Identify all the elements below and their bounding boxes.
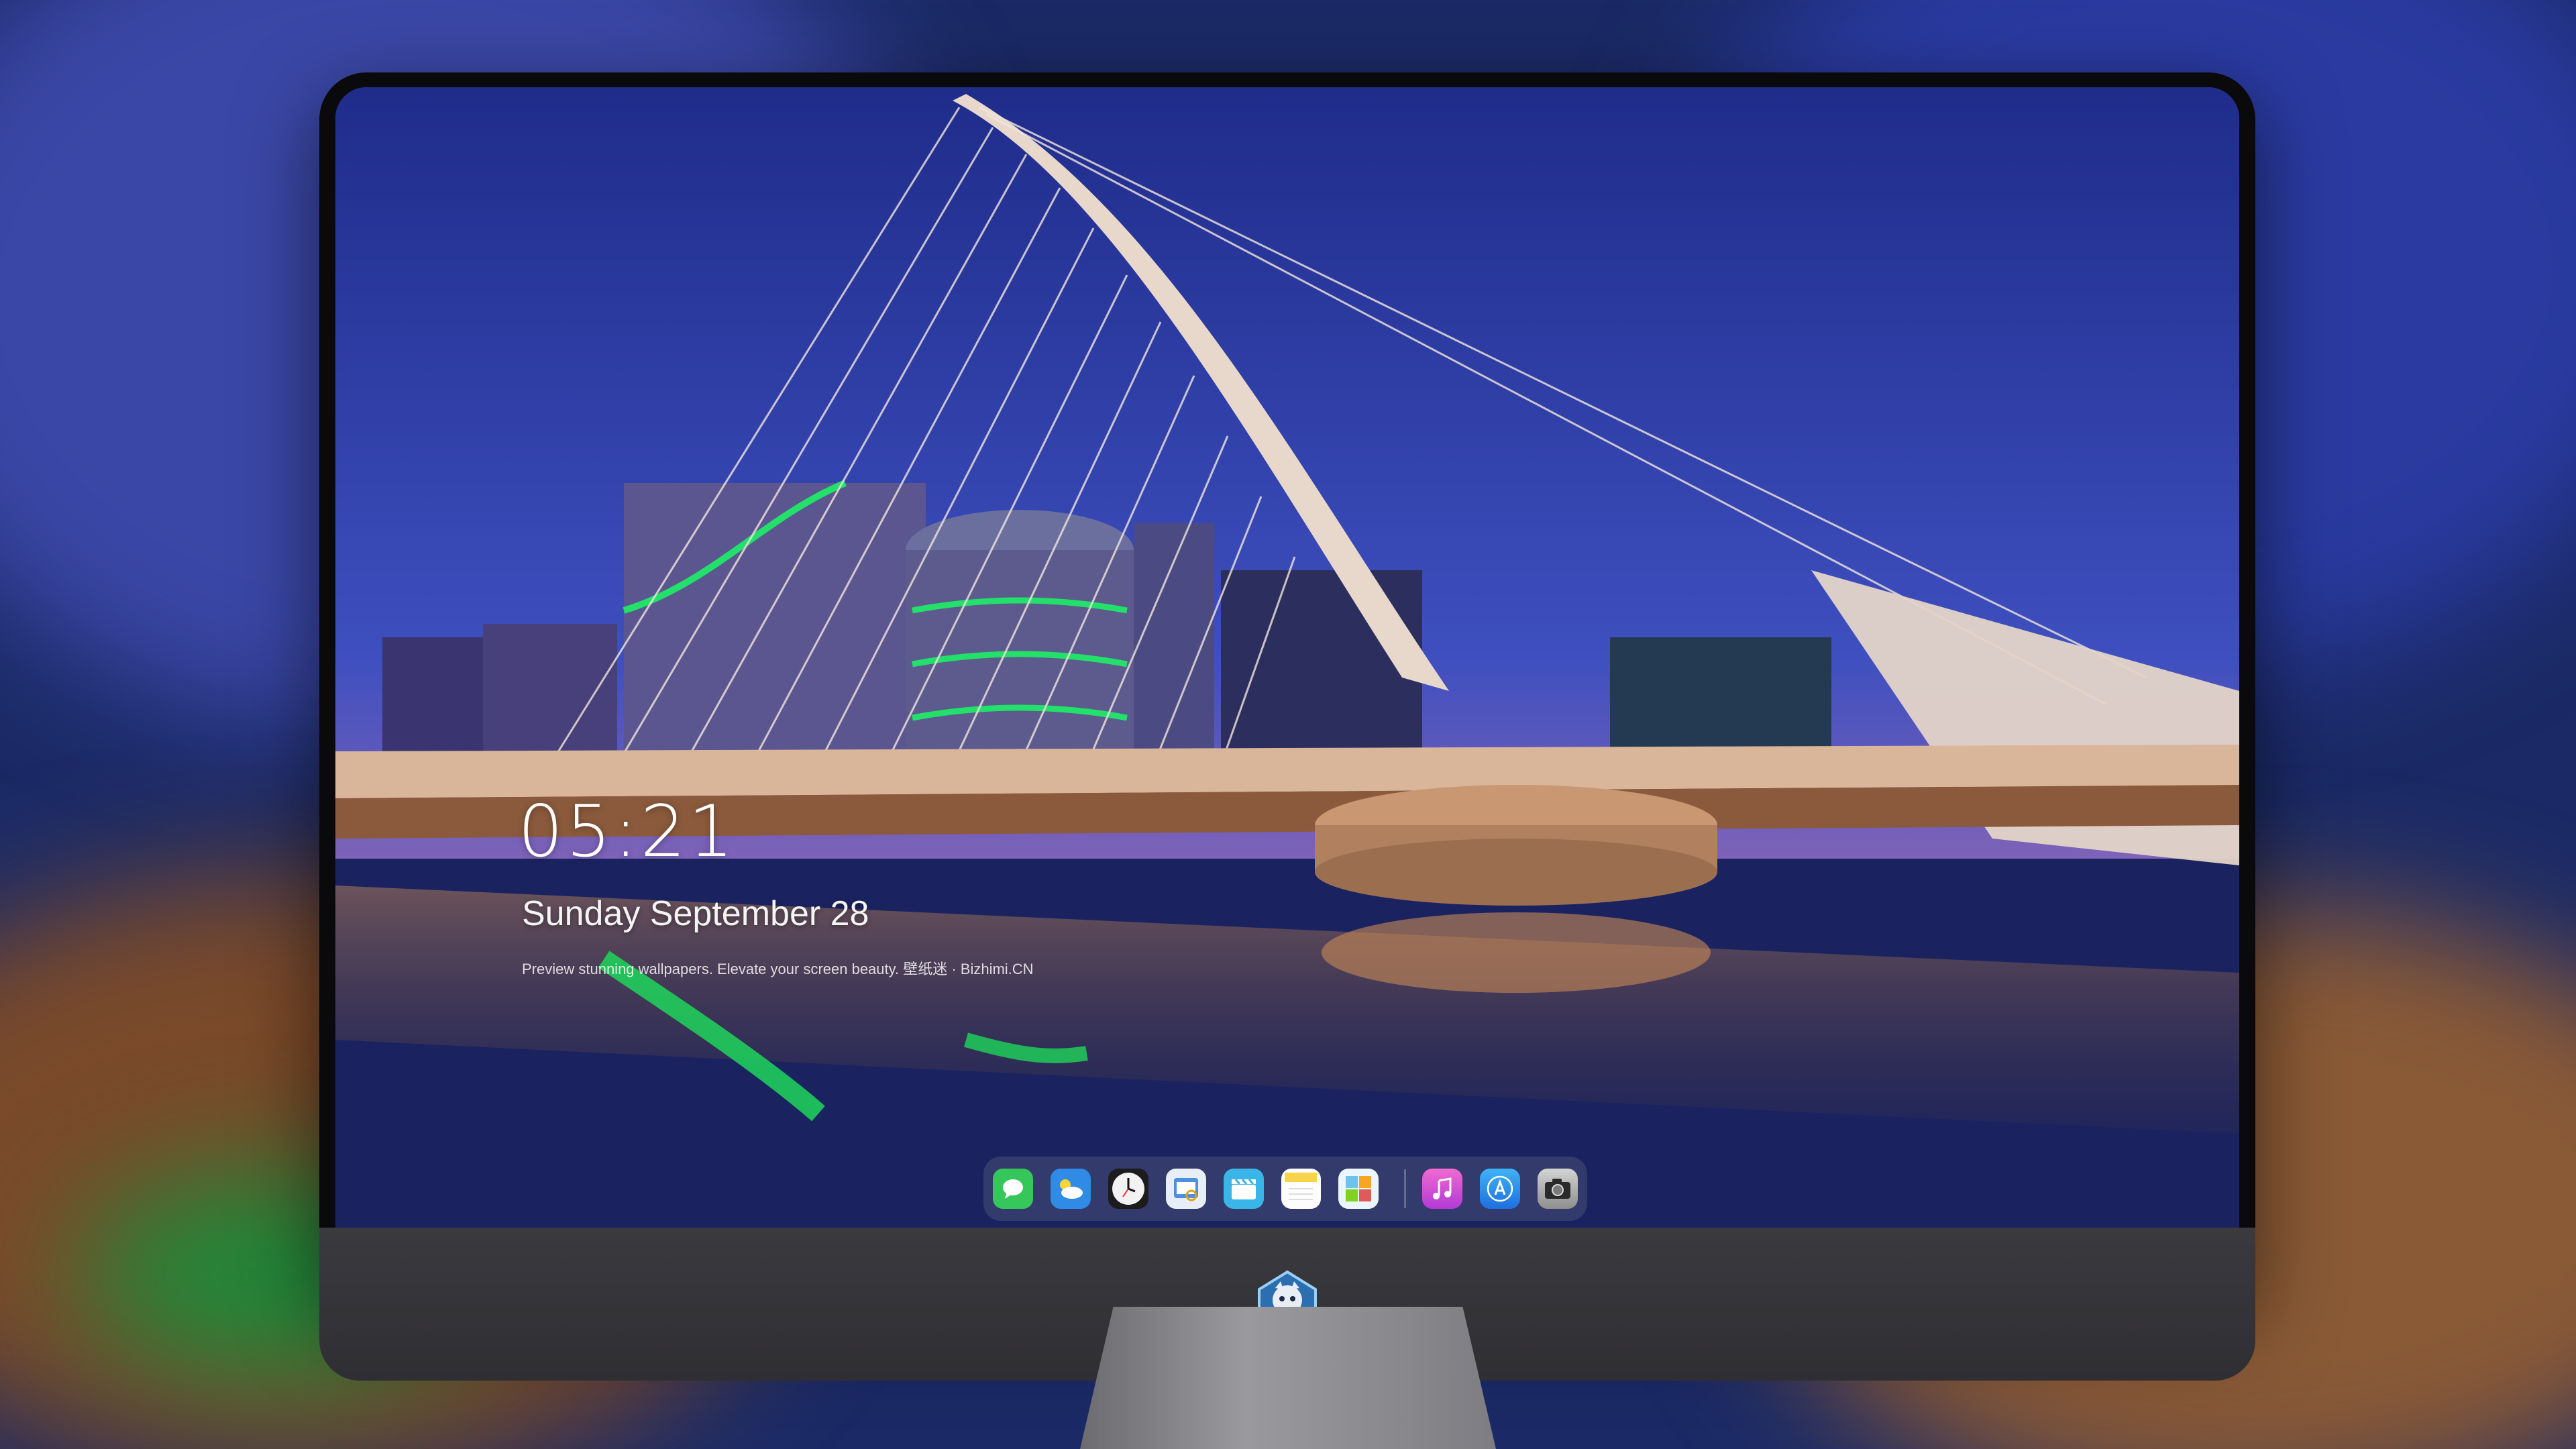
lock-screen[interactable]: 05:21 Sunday September 28 Preview stunni… (335, 87, 2239, 1228)
monitor: 05:21 Sunday September 28 Preview stunni… (319, 72, 2255, 1381)
monitor-stand (1080, 1307, 1496, 1449)
dock-separator (1404, 1169, 1407, 1208)
music-icon[interactable] (1422, 1169, 1463, 1209)
wallpaper-bridge-scene (335, 87, 2239, 1228)
messages-icon[interactable] (993, 1169, 1033, 1209)
wallpaper-tagline: Preview stunning wallpapers. Elevate you… (522, 961, 1034, 977)
app-store-icon[interactable] (1480, 1169, 1521, 1209)
dock (983, 1157, 1587, 1221)
photos-gallery-icon[interactable] (1338, 1169, 1379, 1209)
clips-icon[interactable] (1223, 1169, 1264, 1209)
weather-icon[interactable] (1050, 1169, 1091, 1209)
preview-icon[interactable] (1165, 1169, 1206, 1209)
clock-icon[interactable] (1108, 1169, 1148, 1209)
lock-screen-time: 05:21 (518, 790, 737, 873)
notes-icon[interactable] (1281, 1169, 1322, 1209)
camera-icon[interactable] (1538, 1169, 1578, 1209)
lock-screen-date: Sunday September 28 (522, 894, 869, 933)
